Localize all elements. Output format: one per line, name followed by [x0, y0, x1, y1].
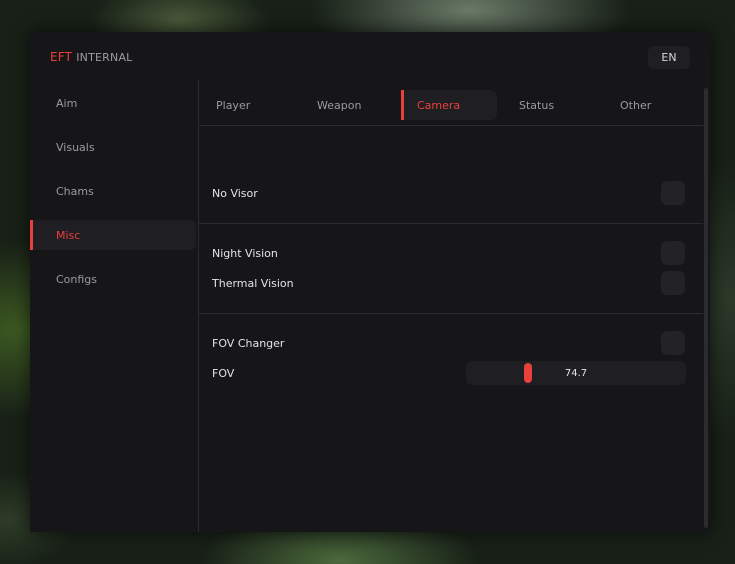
tab-camera[interactable]: Camera: [401, 90, 497, 120]
sidebar-item-aim[interactable]: Aim: [30, 88, 196, 118]
tab-player[interactable]: Player: [216, 90, 312, 120]
thermal-vision-label: Thermal Vision: [212, 277, 294, 290]
thermal-vision-checkbox[interactable]: [661, 271, 685, 295]
fov-slider-thumb[interactable]: [524, 363, 532, 383]
content-scrollbar[interactable]: [704, 88, 708, 528]
fov-changer-label: FOV Changer: [212, 337, 285, 350]
sidebar-item-chams[interactable]: Chams: [30, 176, 196, 206]
cheat-menu-window: EFT INTERNAL EN Aim Visuals Chams Misc C…: [30, 32, 710, 532]
tab-weapon[interactable]: Weapon: [317, 90, 413, 120]
divider: [199, 125, 703, 126]
app-subtitle: INTERNAL: [76, 51, 133, 64]
fov-slider[interactable]: 74.7: [466, 361, 686, 385]
night-vision-label: Night Vision: [212, 247, 278, 260]
app-title: EFT INTERNAL: [50, 50, 133, 64]
sidebar-item-misc[interactable]: Misc: [30, 220, 196, 250]
tab-bar: Player Weapon Camera Status Other: [199, 90, 703, 126]
divider: [199, 313, 703, 314]
tab-status[interactable]: Status: [519, 90, 615, 120]
language-button[interactable]: EN: [648, 46, 690, 69]
app-brand: EFT: [50, 50, 73, 64]
sidebar-item-visuals[interactable]: Visuals: [30, 132, 196, 162]
sidebar-item-configs[interactable]: Configs: [30, 264, 196, 294]
fov-label: FOV: [212, 367, 235, 380]
night-vision-checkbox[interactable]: [661, 241, 685, 265]
no-visor-label: No Visor: [212, 187, 258, 200]
divider: [199, 223, 703, 224]
sidebar: Aim Visuals Chams Misc Configs: [30, 80, 199, 532]
tab-other[interactable]: Other: [620, 90, 716, 120]
main-content: Player Weapon Camera Status Other No Vis…: [199, 80, 703, 532]
fov-changer-checkbox[interactable]: [661, 331, 685, 355]
fov-slider-value: 74.7: [564, 367, 588, 379]
no-visor-checkbox[interactable]: [661, 181, 685, 205]
